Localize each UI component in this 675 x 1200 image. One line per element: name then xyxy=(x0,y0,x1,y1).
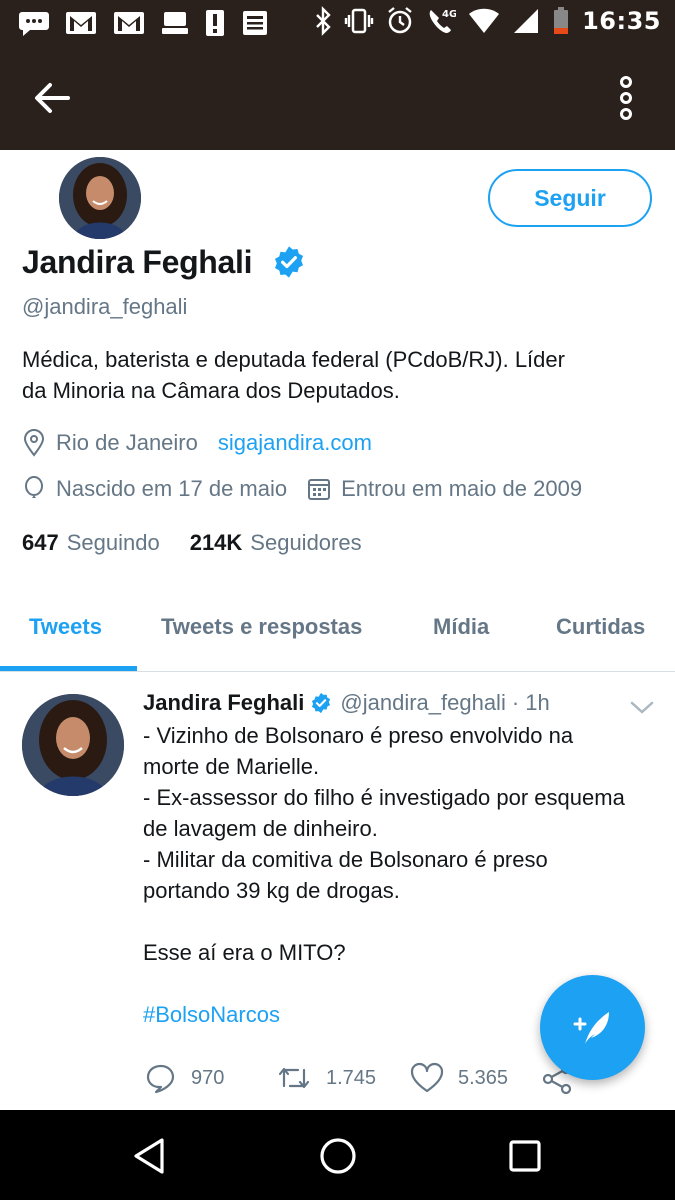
reply-icon xyxy=(146,1064,175,1094)
reply-count: 970 xyxy=(191,1066,225,1089)
tweet-line: - Vizinho de Bolsonaro é preso envolvido… xyxy=(143,723,574,748)
tweet-line: Esse aí era o MITO? xyxy=(143,940,346,965)
nav-back-button[interactable] xyxy=(128,1134,172,1178)
active-tab-indicator xyxy=(0,666,137,671)
heart-icon xyxy=(410,1062,444,1093)
nav-home-button[interactable] xyxy=(316,1134,360,1178)
tab-media[interactable]: Mídia xyxy=(433,614,489,640)
storage-icon xyxy=(162,12,188,34)
chevron-down-icon[interactable] xyxy=(628,696,656,718)
vibrate-icon xyxy=(344,8,374,34)
tweet-line: portando 39 kg de drogas. xyxy=(143,878,400,903)
tweet-line: de lavagem de dinheiro. xyxy=(143,816,378,841)
location-pin-icon xyxy=(23,429,45,457)
tab-likes[interactable]: Curtidas xyxy=(556,614,645,640)
tweet-author-handle: @jandira_feghali xyxy=(340,690,506,715)
battery-icon xyxy=(554,7,569,34)
tweet-author-avatar[interactable] xyxy=(22,694,124,796)
more-vertical-icon xyxy=(620,76,632,120)
wifi-call-icon: 4G xyxy=(429,9,456,33)
chat-icon xyxy=(19,12,49,36)
signal-icon xyxy=(514,9,539,33)
followers-count: 214K xyxy=(189,530,243,555)
birthday-balloon-icon xyxy=(25,476,43,498)
profile-tabs: Tweets Tweets e respostas Mídia Curtidas xyxy=(0,596,675,672)
system-indicators: 4G 16:35 xyxy=(314,6,661,36)
profile-website-link[interactable]: sigajandira.com xyxy=(218,430,372,456)
app-header: 4G 16:35 xyxy=(0,0,675,150)
following-count: 647 xyxy=(22,530,59,555)
profile-name: Jandira Feghali xyxy=(22,244,253,280)
svg-text:4G: 4G xyxy=(442,9,456,20)
retweet-button[interactable]: 1.745 xyxy=(276,1062,376,1094)
reply-button[interactable]: 970 xyxy=(145,1062,224,1094)
system-navigation-bar xyxy=(0,1110,675,1200)
alert-icon xyxy=(206,10,224,36)
tweet-header: Jandira Feghali @jandira_feghali · 1h xyxy=(143,690,550,716)
profile-location: Rio de Janeiro xyxy=(56,430,198,455)
retweet-count: 1.745 xyxy=(326,1066,377,1089)
news-icon xyxy=(243,11,267,35)
avatar-photo xyxy=(22,694,124,796)
following-label: Seguindo xyxy=(66,530,160,555)
like-count: 5.365 xyxy=(458,1066,509,1089)
clock: 16:35 xyxy=(582,7,661,35)
notification-icons xyxy=(18,8,270,38)
profile-avatar[interactable] xyxy=(56,154,144,242)
profile-joined-date: Entrou em maio de 2009 xyxy=(341,476,583,501)
bluetooth-icon xyxy=(316,6,331,36)
calendar-icon xyxy=(308,479,331,500)
compose-tweet-icon xyxy=(573,1011,609,1044)
tab-tweets[interactable]: Tweets xyxy=(29,614,102,640)
gmail-icon xyxy=(66,12,96,34)
back-button[interactable] xyxy=(30,76,74,120)
triangle-back-icon xyxy=(134,1138,164,1174)
profile-birthday: Nascido em 17 de maio xyxy=(56,476,288,501)
profile-meta-location-row: Rio de Janeiro sigajandira.com xyxy=(22,429,372,457)
profile-bio: Médica, baterista e deputada federal (PC… xyxy=(22,344,652,406)
follow-button[interactable]: Seguir xyxy=(488,169,652,227)
tweet-line: - Militar da comitiva de Bolsonaro é pre… xyxy=(143,847,548,872)
overflow-menu-button[interactable] xyxy=(608,74,644,122)
tweet-line: - Ex-assessor do filho é investigado por… xyxy=(143,785,625,810)
alarm-icon xyxy=(388,7,412,34)
tweet-author-name[interactable]: Jandira Feghali xyxy=(143,690,304,716)
verified-badge-icon xyxy=(312,692,331,714)
bio-line: da Minoria na Câmara dos Deputados. xyxy=(22,378,400,403)
retweet-icon xyxy=(278,1067,310,1089)
tweet-timestamp: · 1h xyxy=(511,690,550,715)
square-recents-icon xyxy=(509,1140,541,1172)
like-button[interactable]: 5.365 xyxy=(410,1062,508,1094)
circle-home-icon xyxy=(320,1138,356,1174)
compose-tweet-button[interactable] xyxy=(540,975,645,1080)
gmail-icon xyxy=(114,12,144,34)
tweet-line: morte de Marielle. xyxy=(143,754,320,779)
profile-meta-dates-row: Nascido em 17 de maio Entrou em maio de … xyxy=(22,475,582,503)
verified-badge-icon xyxy=(274,246,304,278)
arrow-left-icon xyxy=(35,83,70,113)
status-bar: 4G 16:35 xyxy=(0,0,675,48)
nav-recents-button[interactable] xyxy=(503,1134,547,1178)
avatar-photo xyxy=(59,157,141,239)
profile-handle: @jandira_feghali xyxy=(22,294,188,319)
wifi-icon xyxy=(469,8,500,33)
tab-tweets-and-replies[interactable]: Tweets e respostas xyxy=(161,614,362,640)
following-stat[interactable]: 647 Seguindo xyxy=(22,530,160,556)
followers-stat[interactable]: 214K Seguidores xyxy=(190,530,362,556)
followers-label: Seguidores xyxy=(250,530,362,555)
profile-stats: 647 Seguindo 214K Seguidores xyxy=(22,530,362,556)
bio-line: Médica, baterista e deputada federal (PC… xyxy=(22,347,565,372)
